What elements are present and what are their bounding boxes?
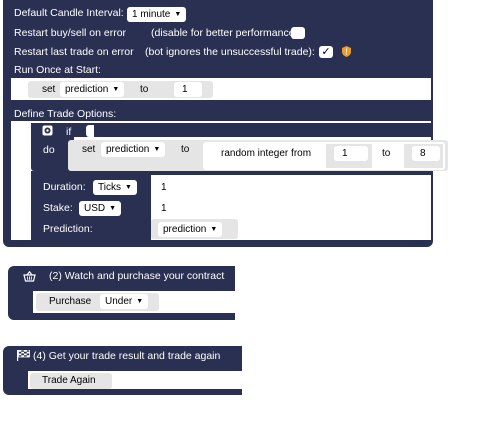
stake-value-input[interactable]: 1 — [153, 201, 185, 216]
if-label: if — [66, 126, 72, 138]
dropdown-caret-icon: ▼ — [124, 184, 132, 191]
stake-label: Stake: — [43, 202, 73, 214]
candle-interval-dropdown[interactable]: 1 minute ▼ — [127, 7, 187, 22]
do-to-label: to — [181, 144, 190, 155]
dropdown-caret-icon: ▼ — [136, 298, 144, 305]
prediction-dropdown[interactable]: prediction ▼ — [158, 222, 223, 237]
purchase-contract-dropdown[interactable]: Under ▼ — [100, 294, 149, 309]
do-label: do — [43, 144, 55, 156]
restart-buysell-checkbox[interactable] — [291, 27, 305, 39]
restart-last-trade-label: Restart last trade on error — [14, 46, 134, 58]
dropdown-caret-icon: ▼ — [174, 11, 182, 18]
dropdown-caret-icon: ▼ — [210, 226, 218, 233]
duration-unit-dropdown[interactable]: Ticks ▼ — [93, 180, 137, 195]
duration-label: Duration: — [43, 181, 86, 193]
stake-currency-dropdown[interactable]: USD ▼ — [79, 201, 122, 216]
warning-shield-icon[interactable] — [342, 46, 351, 57]
run-once-to-label: to — [140, 84, 149, 95]
duration-value-input[interactable]: 1 — [153, 180, 185, 195]
run-once-set-label: set — [42, 84, 56, 95]
define-trade-options-label: Define Trade Options: — [14, 108, 117, 120]
after-purchase-block-title: (4) Get your trade result and trade agai… — [33, 350, 221, 362]
restart-buysell-label: Restart buy/sell on error — [14, 27, 127, 39]
do-set-label: set — [82, 144, 96, 155]
random-to-label: to — [382, 148, 391, 159]
random-from-input[interactable]: 1 — [334, 146, 368, 161]
run-once-label: Run Once at Start: — [14, 64, 101, 76]
trade-again-label: Trade Again — [42, 375, 96, 386]
do-variable-dropdown[interactable]: prediction ▼ — [101, 142, 166, 157]
dropdown-caret-icon: ▼ — [109, 205, 117, 212]
dropdown-caret-icon: ▼ — [112, 86, 120, 93]
run-once-value-input[interactable]: 1 — [174, 82, 202, 97]
basket-icon — [23, 271, 36, 282]
prediction-label: Prediction: — [43, 223, 93, 235]
restart-last-trade-checkbox[interactable]: ✓ — [319, 46, 333, 58]
gear-icon[interactable] — [42, 125, 53, 136]
purchase-block-title: (2) Watch and purchase your contract — [49, 270, 225, 282]
random-integer-label: random integer from — [221, 148, 312, 159]
candle-interval-label: Default Candle Interval: — [14, 7, 124, 19]
run-once-variable-dropdown[interactable]: prediction ▼ — [60, 82, 125, 97]
dropdown-caret-icon: ▼ — [153, 146, 161, 153]
if-condition-slot[interactable] — [86, 125, 94, 137]
restart-buysell-hint: (disable for better performance): — [151, 27, 301, 39]
restart-last-trade-hint: (bot ignores the unsuccessful trade): — [145, 46, 315, 58]
purchase-label: Purchase — [49, 296, 92, 307]
checkered-flag-icon — [17, 350, 30, 361]
random-to-input[interactable]: 8 — [412, 146, 440, 161]
